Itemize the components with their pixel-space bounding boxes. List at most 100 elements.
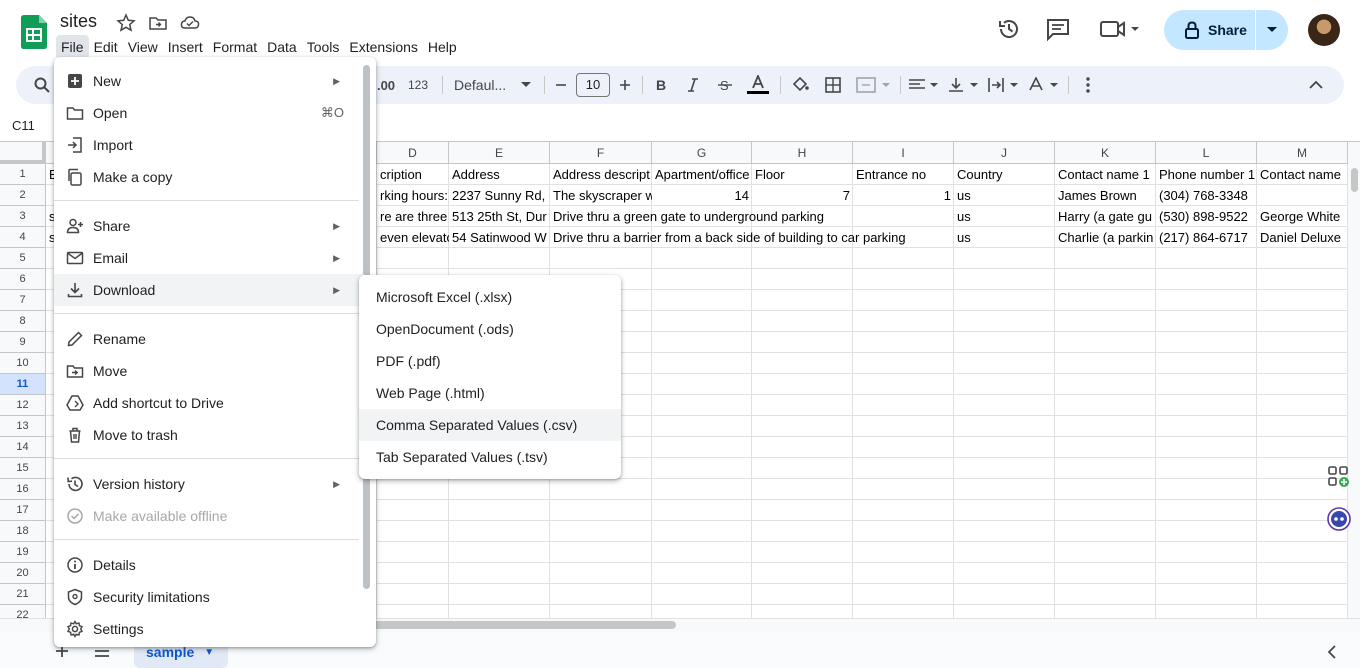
menu-help[interactable]: Help	[423, 35, 462, 59]
vertical-scroll-thumb[interactable]	[1351, 168, 1358, 192]
cell[interactable]: 7	[752, 185, 853, 206]
row-header-6[interactable]: 6	[0, 269, 46, 290]
caret-down-icon[interactable]: ▼	[204, 647, 214, 658]
file-menu-item-settings[interactable]: Settings	[54, 613, 364, 645]
file-menu-item-new[interactable]: New ▶	[54, 65, 364, 97]
column-header-d[interactable]: D	[377, 142, 449, 164]
bold-icon[interactable]: B	[650, 66, 672, 104]
cell[interactable]: us	[954, 185, 1055, 206]
star-icon[interactable]	[116, 13, 136, 33]
menu-view[interactable]: View	[123, 35, 163, 59]
side-panel-toggle-icon[interactable]	[1326, 645, 1338, 659]
cell[interactable]: Address descript	[550, 164, 652, 185]
cell[interactable]: James Brown	[1055, 185, 1156, 206]
text-color-icon[interactable]	[746, 66, 770, 104]
row-header-15[interactable]: 15	[0, 458, 46, 479]
row-header-2[interactable]: 2	[0, 185, 46, 206]
row-header-7[interactable]: 7	[0, 290, 46, 311]
file-menu-item-make-a-copy[interactable]: Make a copy	[54, 161, 364, 193]
file-menu-item-email[interactable]: Email ▶	[54, 242, 364, 274]
history-icon[interactable]	[996, 16, 1022, 42]
cell[interactable]: Entrance no	[853, 164, 954, 185]
cell[interactable]: Harry (a gate gu	[1055, 206, 1156, 227]
more-formats-button[interactable]: 123	[404, 66, 432, 104]
cell[interactable]: (217) 864-6717	[1156, 227, 1257, 248]
comments-icon[interactable]	[1045, 16, 1071, 42]
row-header-4[interactable]: 4	[0, 227, 46, 248]
font-family-select[interactable]: Defaul...	[448, 66, 530, 104]
menu-file[interactable]: File	[56, 35, 89, 59]
cell[interactable]: Contact name	[1257, 164, 1348, 185]
column-header-g[interactable]: G	[652, 142, 752, 164]
vertical-align-icon[interactable]	[946, 66, 980, 104]
menu-extensions[interactable]: Extensions	[344, 35, 422, 59]
row-header-10[interactable]: 10	[0, 353, 46, 374]
cell[interactable]	[752, 206, 853, 227]
cell[interactable]: Charlie (a parkin	[1055, 227, 1156, 248]
row-header-11[interactable]: 11	[0, 374, 46, 395]
meet-icon[interactable]	[1098, 16, 1144, 42]
download-option-web-page-html[interactable]: Web Page (.html)	[359, 377, 621, 409]
row-header-16[interactable]: 16	[0, 479, 46, 500]
file-menu-item-add-shortcut-to-drive[interactable]: Add shortcut to Drive	[54, 387, 364, 419]
row-header-17[interactable]: 17	[0, 500, 46, 521]
file-menu-item-security-limitations[interactable]: Security limitations	[54, 581, 364, 613]
share-dropdown-button[interactable]	[1256, 10, 1288, 50]
column-header-m[interactable]: M	[1257, 142, 1348, 164]
assistant-icon[interactable]	[1326, 506, 1352, 532]
share-button[interactable]: Share	[1164, 10, 1255, 50]
vertical-scrollbar[interactable]	[1348, 142, 1360, 618]
menu-format[interactable]: Format	[208, 35, 262, 59]
collapse-menus-icon[interactable]	[1306, 66, 1326, 104]
row-header-9[interactable]: 9	[0, 332, 46, 353]
row-header-5[interactable]: 5	[0, 248, 46, 269]
row-header-3[interactable]: 3	[0, 206, 46, 227]
file-menu-item-download[interactable]: Download ▶	[54, 274, 364, 306]
file-menu-item-share[interactable]: Share ▶	[54, 210, 364, 242]
row-header-1[interactable]: 1	[0, 164, 46, 185]
avatar[interactable]	[1308, 14, 1340, 46]
menu-insert[interactable]: Insert	[163, 35, 208, 59]
column-header-e[interactable]: E	[449, 142, 550, 164]
cell[interactable]	[752, 227, 853, 248]
file-menu-item-details[interactable]: Details	[54, 549, 364, 581]
row-header-14[interactable]: 14	[0, 437, 46, 458]
menu-edit[interactable]: Edit	[89, 35, 123, 59]
cell[interactable]: (530) 898-9522	[1156, 206, 1257, 227]
row-header-19[interactable]: 19	[0, 542, 46, 563]
row-header-12[interactable]: 12	[0, 395, 46, 416]
more-options-icon[interactable]	[1078, 66, 1098, 104]
merge-cells-icon[interactable]	[854, 66, 892, 104]
download-option-comma-separated-values-csv[interactable]: Comma Separated Values (.csv)	[359, 409, 621, 441]
cell[interactable]	[652, 227, 752, 248]
cell[interactable]: George White	[1257, 206, 1348, 227]
row-header-21[interactable]: 21	[0, 584, 46, 605]
row-header-22[interactable]: 22	[0, 605, 46, 618]
borders-icon[interactable]	[822, 66, 844, 104]
cell[interactable]: even elevato	[377, 227, 449, 248]
cell[interactable]	[1257, 185, 1348, 206]
select-all-corner[interactable]	[0, 142, 46, 164]
file-menu-item-version-history[interactable]: Version history ▶	[54, 468, 364, 500]
row-header-20[interactable]: 20	[0, 563, 46, 584]
file-menu-item-move[interactable]: Move	[54, 355, 364, 387]
cell[interactable]: Phone number 1	[1156, 164, 1257, 185]
document-title[interactable]: sites	[60, 11, 97, 32]
cell[interactable]: Contact name 1	[1055, 164, 1156, 185]
name-box[interactable]: C11	[12, 118, 35, 133]
cell[interactable]: 513 25th St, Dur	[449, 206, 550, 227]
caret-down-icon[interactable]	[519, 66, 533, 104]
cell[interactable]: Floor	[752, 164, 853, 185]
move-folder-icon[interactable]	[148, 13, 168, 33]
cell[interactable]: Address	[449, 164, 550, 185]
cell[interactable]: 1	[853, 185, 954, 206]
column-header-l[interactable]: L	[1156, 142, 1257, 164]
increase-font-size-icon[interactable]	[616, 66, 634, 104]
file-menu-item-move-to-trash[interactable]: Move to trash	[54, 419, 364, 451]
search-menus-icon[interactable]	[30, 66, 54, 104]
menu-tools[interactable]: Tools	[302, 35, 345, 59]
download-option-tab-separated-values-tsv[interactable]: Tab Separated Values (.tsv)	[359, 441, 621, 473]
cell[interactable]: The skyscraper w	[550, 185, 652, 206]
strikethrough-icon[interactable]: S	[714, 66, 736, 104]
cell[interactable]: Apartment/office	[652, 164, 752, 185]
